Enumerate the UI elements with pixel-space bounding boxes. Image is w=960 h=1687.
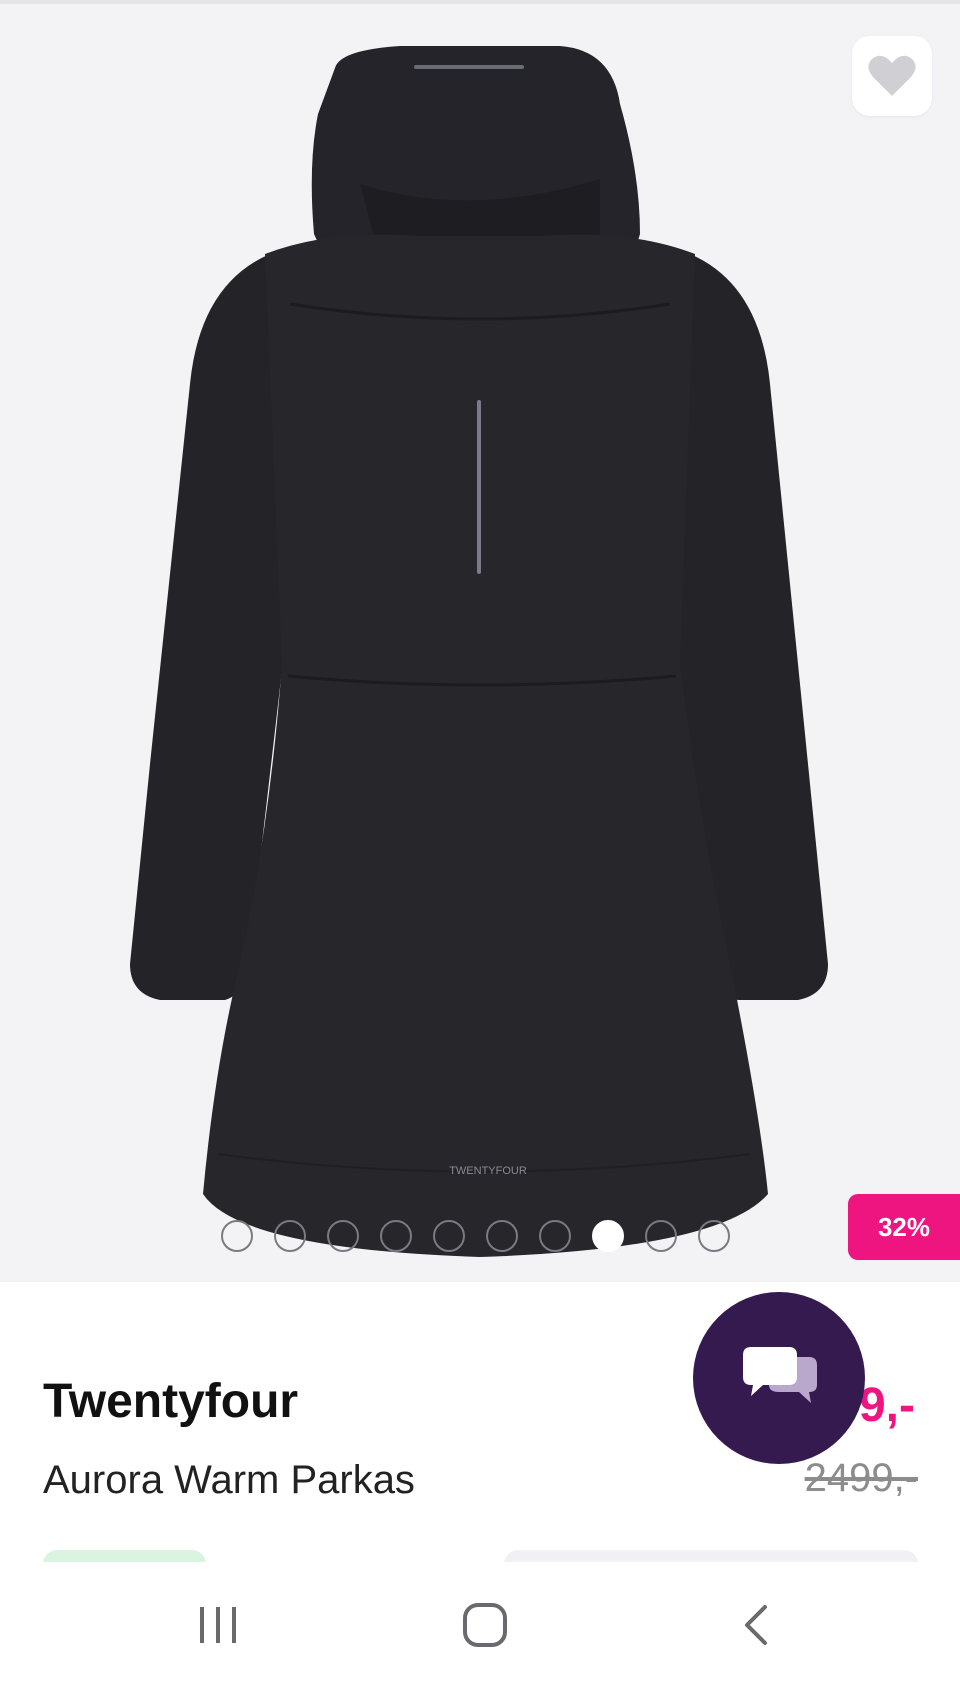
chat-bubbles-icon xyxy=(743,1347,817,1403)
gallery-dot[interactable] xyxy=(486,1220,518,1252)
gallery-dot[interactable] xyxy=(433,1220,465,1252)
product-brand[interactable]: Twentyfour xyxy=(43,1374,298,1429)
chat-button[interactable] xyxy=(693,1292,865,1464)
product-old-price: 2499,- xyxy=(804,1456,918,1500)
gallery-dot[interactable] xyxy=(327,1220,359,1252)
favorite-button[interactable] xyxy=(852,36,932,116)
system-nav-bar xyxy=(0,1562,960,1687)
product-image: TWENTYFOUR xyxy=(130,46,828,1257)
home-button[interactable] xyxy=(415,1562,555,1687)
product-logo-text: TWENTYFOUR xyxy=(449,1165,527,1177)
back-icon xyxy=(745,1604,767,1645)
gallery-dot[interactable] xyxy=(274,1220,306,1252)
heart-icon xyxy=(868,55,916,96)
gallery-dot[interactable] xyxy=(645,1220,677,1252)
home-icon xyxy=(463,1602,507,1647)
gallery-dot[interactable] xyxy=(698,1220,730,1252)
back-button[interactable] xyxy=(686,1562,826,1687)
recent-apps-button[interactable] xyxy=(148,1562,288,1687)
product-image-gallery[interactable]: TWENTYFOUR 32% xyxy=(0,4,960,1282)
product-price: 9,- xyxy=(858,1379,915,1432)
recent-apps-icon xyxy=(200,1606,236,1643)
gallery-dot-active[interactable] xyxy=(592,1220,624,1252)
product-page: TWENTYFOUR 32% Twentyfour Aurora Warm Pa… xyxy=(0,0,960,1687)
gallery-dot[interactable] xyxy=(221,1220,253,1252)
gallery-pagination xyxy=(221,1220,730,1252)
gallery-dot[interactable] xyxy=(539,1220,571,1252)
product-name: Aurora Warm Parkas xyxy=(43,1458,415,1502)
gallery-dot[interactable] xyxy=(380,1220,412,1252)
discount-badge: 32% xyxy=(848,1194,960,1260)
